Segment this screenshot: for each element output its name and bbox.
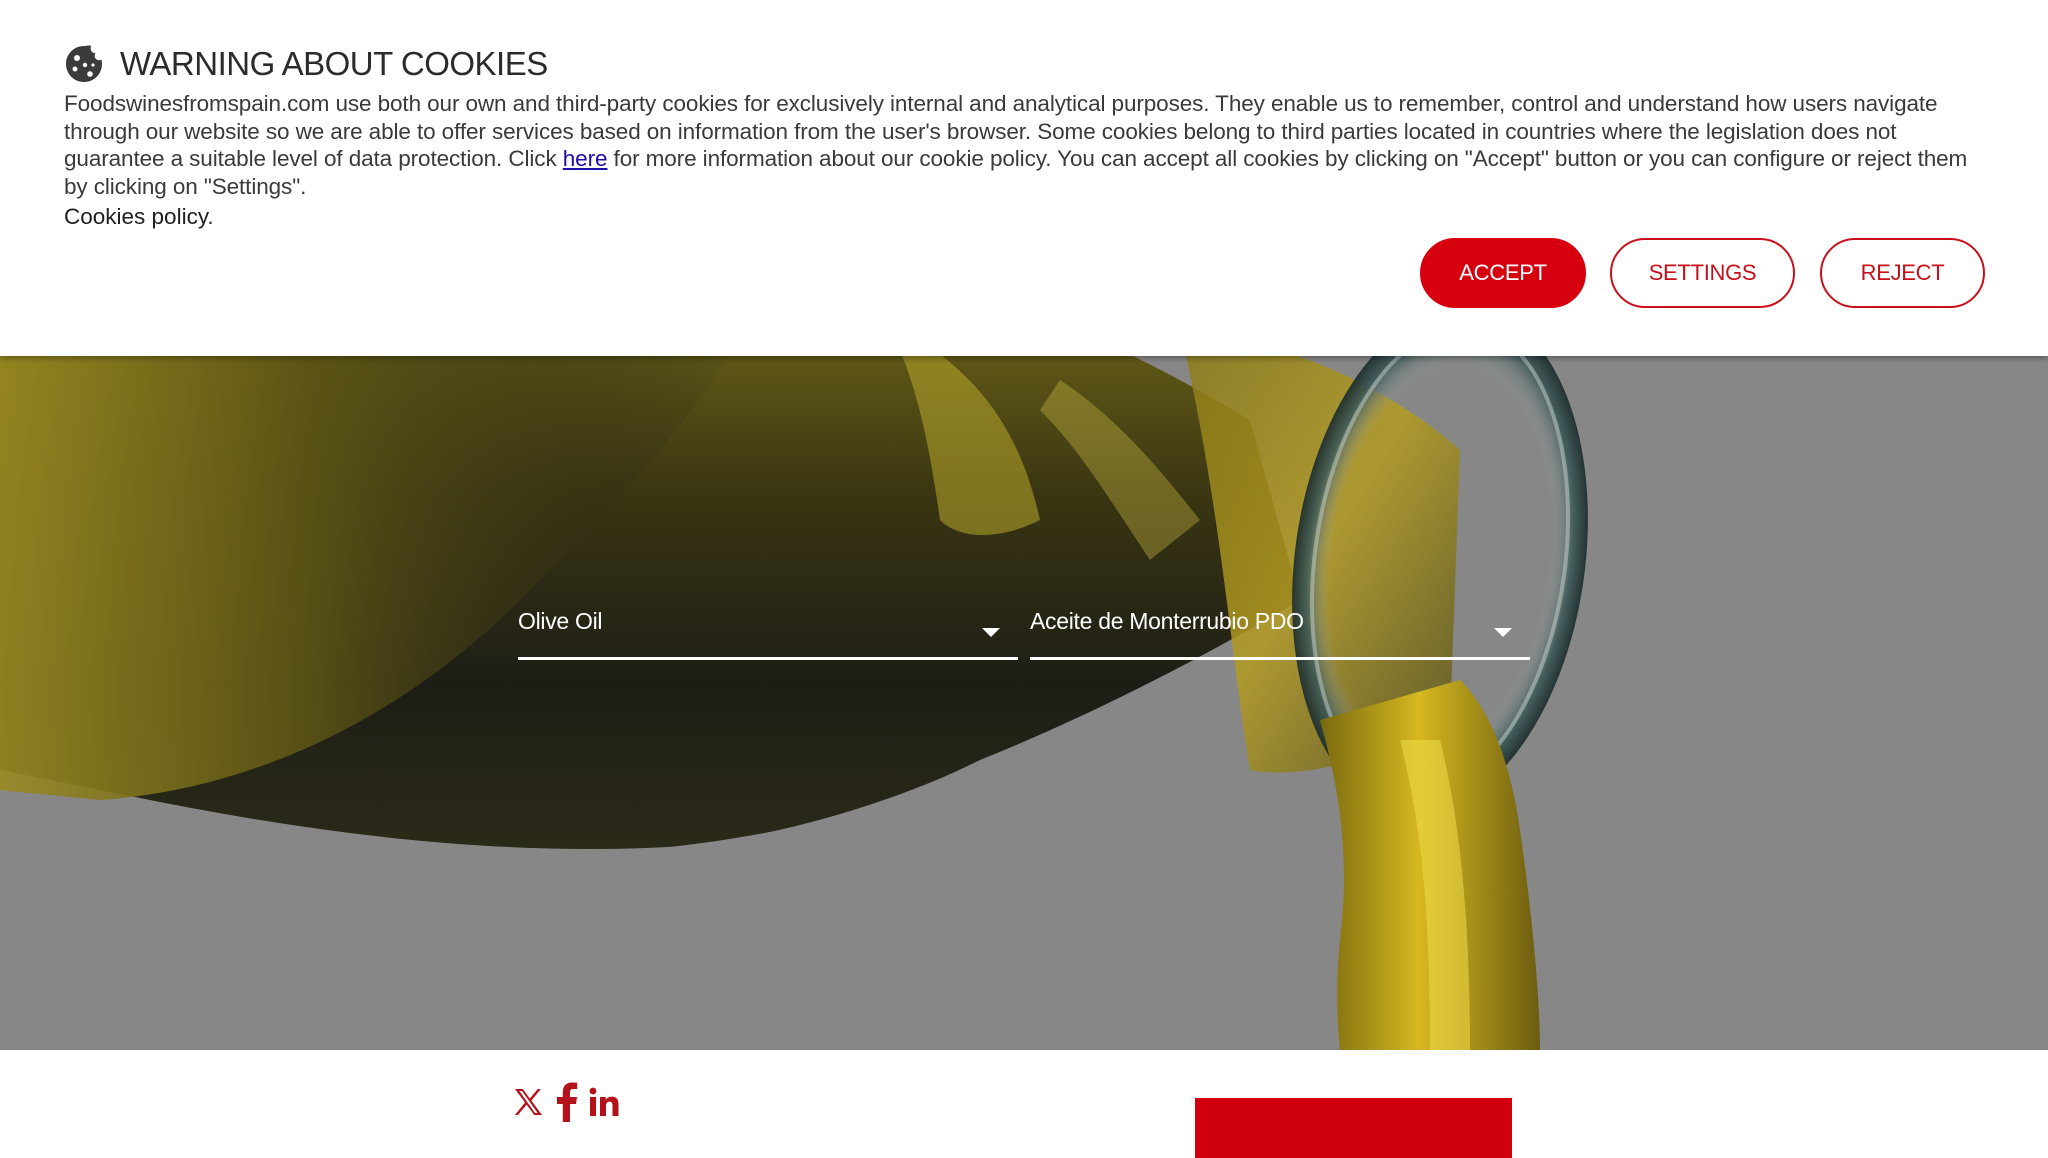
cookie-info-link[interactable]: here <box>563 146 608 171</box>
product-select[interactable]: Olive Oil <box>518 596 1018 660</box>
chevron-down-icon <box>1494 628 1512 637</box>
reject-button[interactable]: REJECT <box>1820 238 1985 308</box>
chevron-down-icon <box>982 628 1000 637</box>
facebook-icon[interactable] <box>556 1082 578 1122</box>
footer-red-banner[interactable] <box>1195 1098 1512 1158</box>
cookie-description: Foodswinesfromspain.com use both our own… <box>64 90 1994 200</box>
cookies-policy-suffix: . <box>207 204 214 229</box>
cookie-banner: WARNING ABOUT COOKIES Foodswinesfromspai… <box>0 0 2048 356</box>
pdo-select-value: Aceite de Monterrubio PDO <box>1030 608 1304 634</box>
cookie-policy-line: Cookies policy. <box>64 204 214 230</box>
settings-button[interactable]: SETTINGS <box>1610 238 1795 308</box>
product-select-value: Olive Oil <box>518 608 603 634</box>
cookie-icon <box>66 45 102 82</box>
accept-button[interactable]: ACCEPT <box>1420 238 1586 308</box>
footer <box>0 1050 2048 1158</box>
cookies-policy-link[interactable]: Cookies policy <box>64 204 207 229</box>
cookie-title: WARNING ABOUT COOKIES <box>120 45 548 82</box>
x-icon[interactable] <box>512 1082 544 1122</box>
linkedin-icon[interactable] <box>588 1082 620 1122</box>
cookie-title-row: WARNING ABOUT COOKIES <box>64 44 548 84</box>
pdo-select[interactable]: Aceite de Monterrubio PDO <box>1030 596 1530 660</box>
